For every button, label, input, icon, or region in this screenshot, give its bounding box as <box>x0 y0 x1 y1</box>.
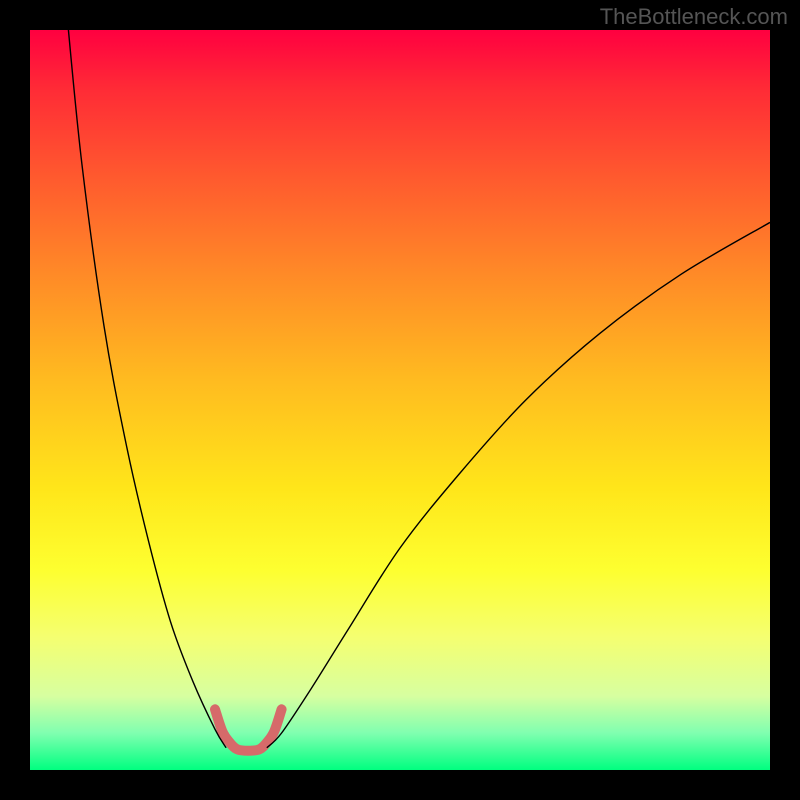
left-branch-path <box>67 30 226 748</box>
chart-svg <box>30 30 770 770</box>
attribution-text: TheBottleneck.com <box>600 4 788 30</box>
plot-area <box>30 30 770 770</box>
chart-container: TheBottleneck.com <box>0 0 800 800</box>
right-branch-path <box>267 222 770 747</box>
